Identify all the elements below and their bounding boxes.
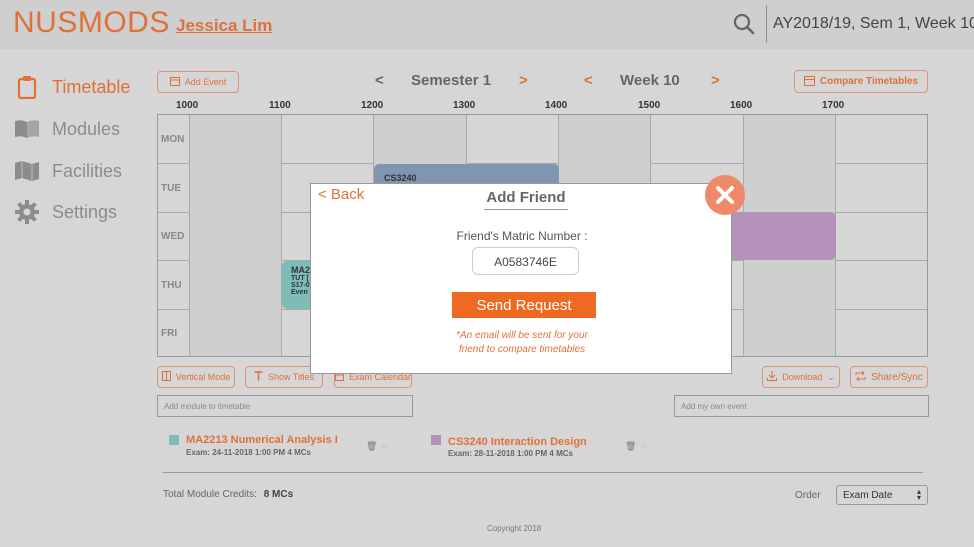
lesson-wed-event[interactable]: [718, 212, 836, 260]
back-link[interactable]: < Back: [318, 186, 364, 203]
next-semester-button[interactable]: >: [519, 72, 528, 89]
hour-label: 1300: [453, 100, 476, 111]
prev-week-button[interactable]: <: [584, 72, 593, 89]
add-event-button[interactable]: Add Event: [157, 71, 239, 93]
hour-label: 1600: [730, 100, 753, 111]
map-icon: [14, 159, 40, 183]
module-color-swatch[interactable]: [431, 435, 441, 445]
gear-icon: [14, 200, 40, 224]
module-color-swatch[interactable]: [169, 435, 179, 445]
text-icon: [254, 371, 263, 383]
columns-icon: [161, 371, 171, 383]
hour-label: 1200: [361, 100, 384, 111]
eye-off-icon[interactable]: ◌: [641, 441, 646, 451]
hour-label: 1400: [545, 100, 568, 111]
download-icon: [767, 371, 778, 383]
close-icon[interactable]: [705, 175, 745, 215]
hour-label: 1100: [269, 100, 291, 111]
clipboard-icon: [14, 75, 40, 99]
email-note-line2: friend to compare timetables: [458, 344, 586, 355]
sidebar-item-label: Modules: [52, 118, 121, 139]
chevron-updown-icon: ▴ ▾: [916, 487, 921, 502]
calendar-icon: [803, 75, 815, 89]
add-friend-modal: < Back Add Friend Friend's Matric Number…: [310, 183, 732, 374]
credits-value: 8 MCs: [263, 489, 294, 500]
send-request-button[interactable]: Send Request: [452, 292, 596, 318]
total-credits: Total Module Credits: 8 MCs: [163, 489, 294, 500]
semester-label: Semester 1: [411, 72, 492, 89]
sidebar-item-label: Settings: [52, 201, 118, 222]
top-bar: NUSMODS Jessica Lim AY2018/19, Sem 1, We…: [0, 0, 974, 49]
matric-label: Friend's Matric Number :: [456, 229, 588, 243]
module-title-link[interactable]: MA2213 Numerical Analysis I: [186, 434, 338, 446]
add-module-input[interactable]: Add module to timetable: [157, 395, 413, 417]
hour-label: 1000: [176, 100, 199, 111]
order-select[interactable]: Exam Date ▴ ▾: [836, 485, 928, 505]
module-title-link[interactable]: CS3240 Interaction Design: [448, 436, 587, 448]
user-name-link[interactable]: Jessica Lim: [176, 16, 272, 36]
day-label-thu: THU: [161, 279, 182, 291]
download-button[interactable]: Download ⌄: [762, 366, 840, 388]
day-label-mon: MON: [161, 133, 185, 145]
sidebar-item-label: Facilities: [52, 160, 123, 181]
day-label-wed: WED: [161, 231, 185, 242]
module-exam-info: Exam: 28-11-2018 1:00 PM 4 MCs: [448, 449, 573, 458]
module-exam-info: Exam: 24-11-2018 1:00 PM 4 MCs: [186, 448, 311, 457]
modal-title: Add Friend: [484, 189, 568, 210]
sidebar-item-label: Timetable: [52, 76, 131, 97]
vertical-mode-button[interactable]: Vertical Mode: [157, 366, 235, 388]
sidebar-item-modules[interactable]: Modules: [14, 117, 120, 141]
add-own-event-input[interactable]: Add my own event: [674, 395, 929, 417]
hour-label: 1700: [822, 100, 845, 111]
week-label: Week 10: [620, 72, 680, 89]
term-label: AY2018/19, Sem 1, Week 10: [773, 15, 974, 32]
trash-icon[interactable]: 🗑: [366, 441, 377, 452]
next-week-button[interactable]: >: [711, 72, 720, 89]
sidebar-item-facilities[interactable]: Facilities: [14, 159, 122, 183]
email-note-line1: *An email will be sent for your: [456, 330, 588, 341]
divider: [163, 472, 923, 473]
compare-timetables-button[interactable]: Compare Timetables: [794, 70, 928, 93]
trash-icon[interactable]: 🗑: [625, 441, 636, 452]
copyright: Copyright 2018: [487, 524, 542, 533]
header-divider: [766, 6, 767, 42]
sync-icon: [855, 370, 866, 384]
day-label-tue: TUE: [161, 182, 181, 194]
search-icon[interactable]: [733, 13, 755, 35]
order-label: Order: [795, 490, 821, 501]
app-logo[interactable]: NUSMODS: [13, 6, 170, 40]
sidebar-item-timetable[interactable]: Timetable: [14, 75, 130, 99]
share-sync-button[interactable]: Share/Sync: [850, 366, 928, 388]
day-label-fri: FRI: [161, 327, 178, 339]
chevron-down-icon: ⌄: [827, 371, 835, 382]
matric-number-input[interactable]: A0583746E: [472, 247, 579, 275]
calendar-icon: [169, 76, 180, 88]
sidebar-item-settings[interactable]: Settings: [14, 200, 117, 224]
hour-label: 1500: [638, 100, 661, 111]
eye-off-icon[interactable]: ◌: [382, 441, 387, 451]
book-icon: [14, 117, 40, 141]
prev-semester-button[interactable]: <: [375, 72, 384, 89]
